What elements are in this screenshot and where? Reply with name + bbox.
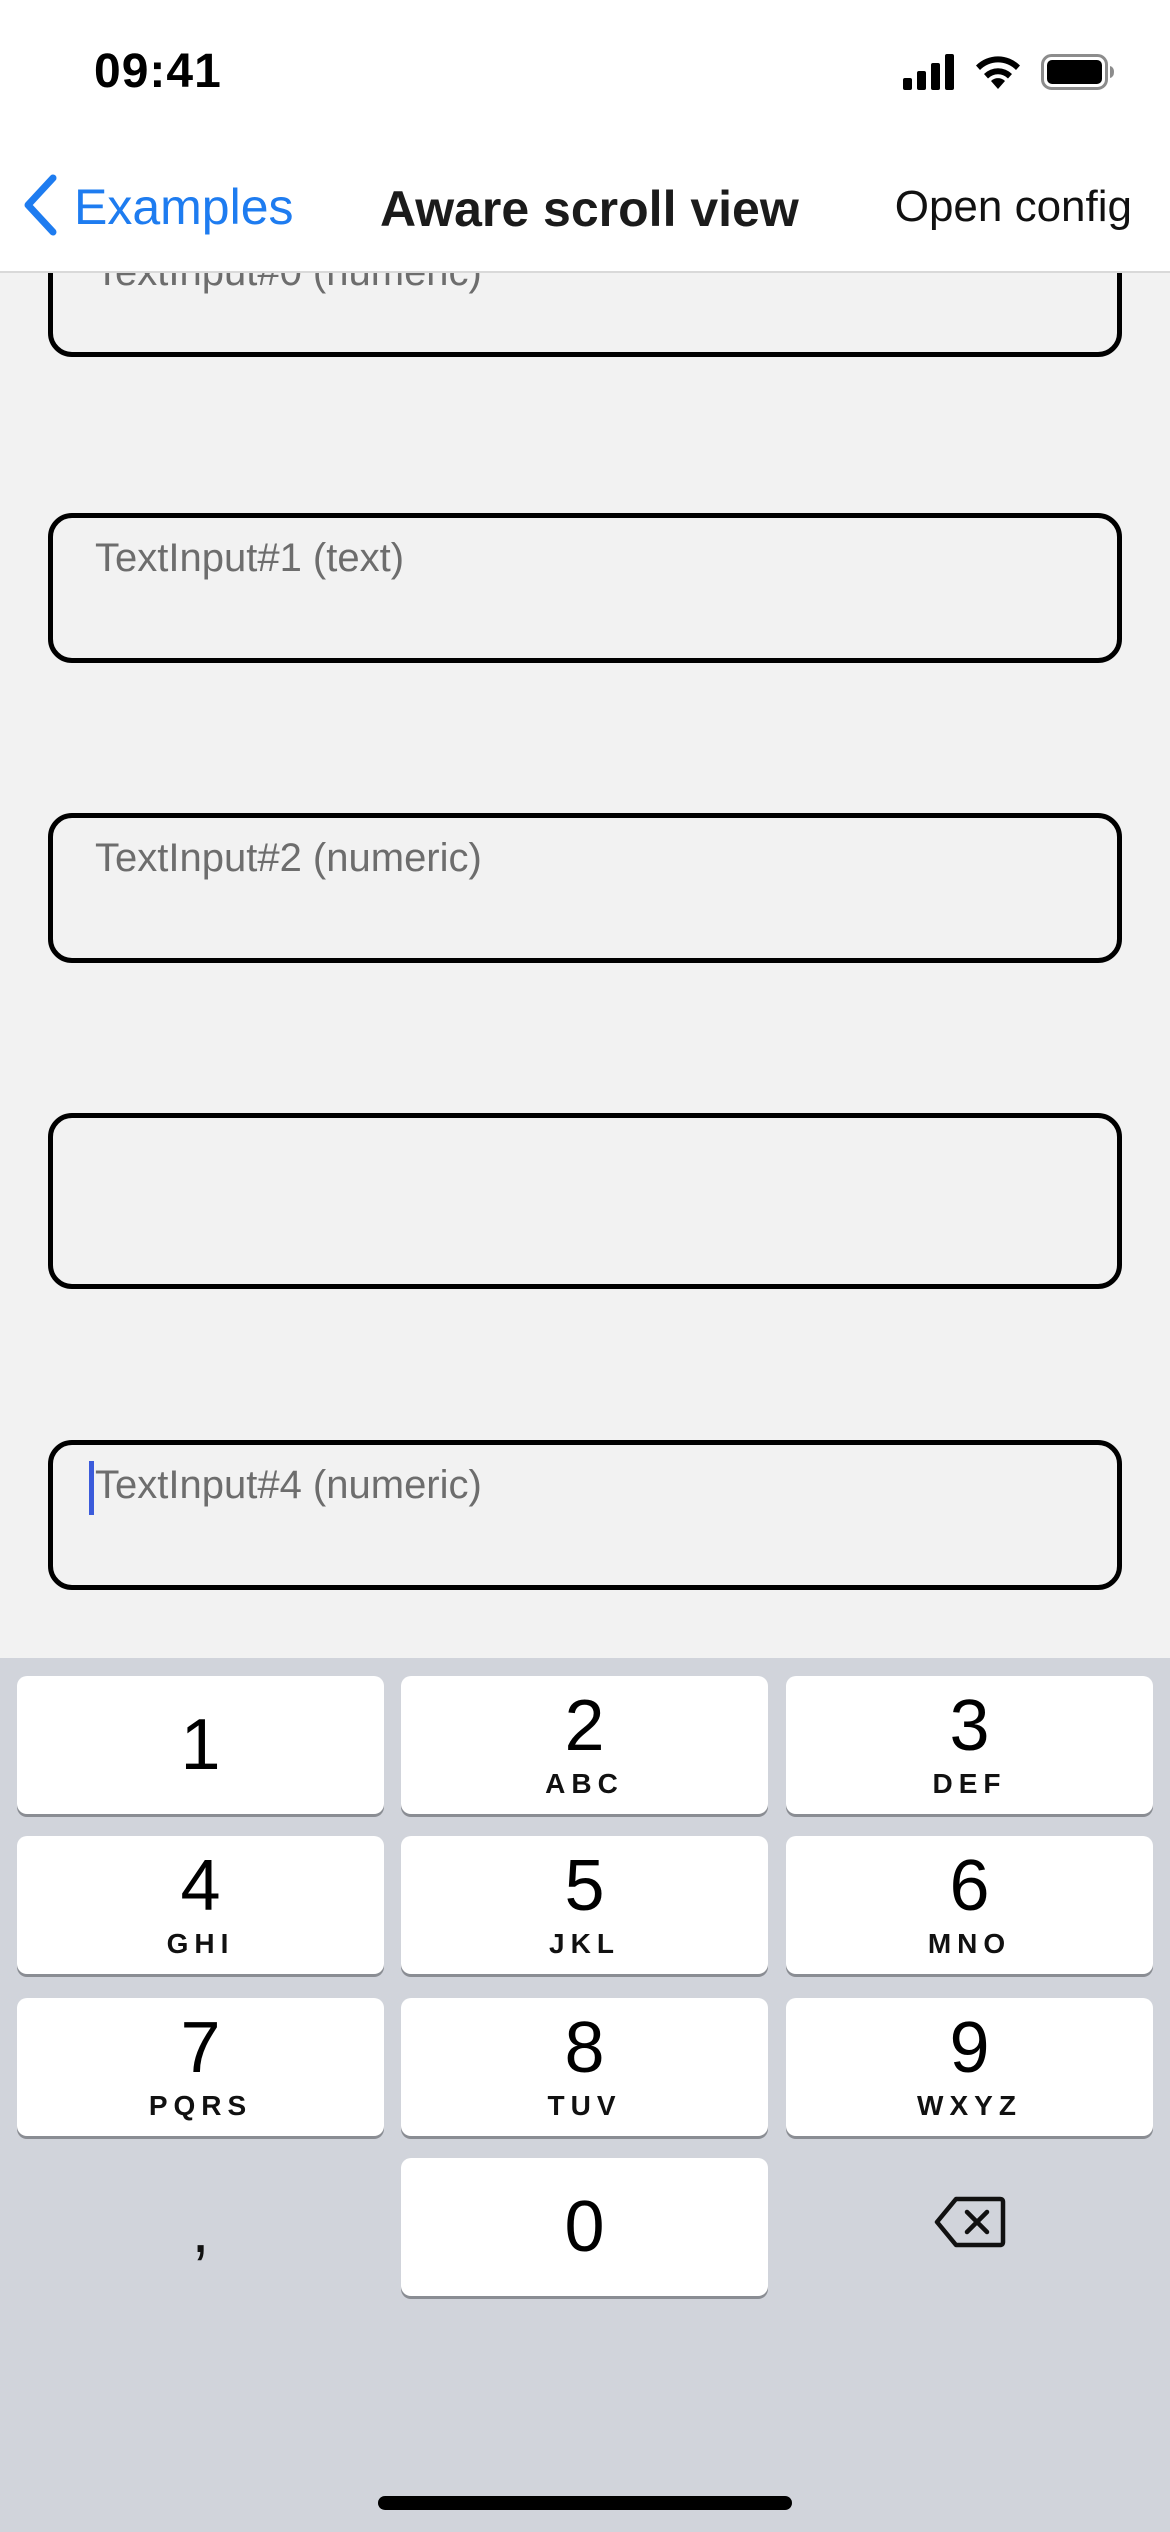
backspace-icon	[786, 2196, 1153, 2253]
key-comma[interactable]: ,	[17, 2158, 384, 2296]
page-title: Aware scroll view	[380, 181, 799, 237]
key-digit: 1	[180, 1705, 221, 1785]
key-digit: 6	[949, 1846, 990, 1926]
text-input-0[interactable]: TextInput#0 (numeric)	[48, 273, 1122, 357]
wifi-icon	[973, 53, 1023, 96]
text-input-placeholder: TextInput#4 (numeric)	[95, 1463, 482, 1507]
comma-label: ,	[191, 2194, 210, 2266]
key-letters: MNO	[927, 1928, 1012, 1959]
text-cursor	[89, 1461, 94, 1515]
key-digit: 3	[949, 1686, 990, 1766]
back-button-label: Examples	[74, 179, 294, 235]
text-input-placeholder: TextInput#1 (text)	[95, 536, 405, 580]
key-letters: JKL	[549, 1928, 620, 1959]
key-digit: 8	[564, 2008, 605, 2088]
chevron-left-icon	[22, 174, 58, 241]
key-letters: DEF	[932, 1768, 1007, 1799]
text-input-3[interactable]	[48, 1113, 1122, 1289]
delete-key[interactable]	[786, 2158, 1153, 2296]
key-9[interactable]: 9 WXYZ	[786, 1998, 1153, 2136]
text-input-1[interactable]: TextInput#1 (text)	[48, 513, 1122, 663]
key-6[interactable]: 6 MNO	[786, 1836, 1153, 1974]
key-letters: GHI	[166, 1928, 235, 1959]
key-0[interactable]: 0	[401, 2158, 768, 2296]
status-icons	[903, 52, 1115, 96]
text-input-2[interactable]: TextInput#2 (numeric)	[48, 813, 1122, 963]
numeric-keyboard: 1 2 ABC 3 DEF 4 GHI 5 JKL 6 MNO 7 PQRS 8…	[0, 1658, 1170, 2532]
key-letters: PQRS	[148, 2090, 253, 2121]
key-digit: 5	[564, 1846, 605, 1926]
text-input-placeholder: TextInput#2 (numeric)	[95, 836, 482, 880]
aware-scroll-view[interactable]: TextInput#0 (numeric) TextInput#1 (text)…	[0, 273, 1170, 1658]
key-digit: 4	[180, 1846, 221, 1926]
key-letters: WXYZ	[917, 2090, 1022, 2121]
key-letters: TUV	[547, 2090, 622, 2121]
key-8[interactable]: 8 TUV	[401, 1998, 768, 2136]
status-bar: 09:41	[0, 0, 1170, 150]
home-indicator[interactable]	[378, 2496, 792, 2510]
battery-icon	[1041, 53, 1115, 95]
navigation-bar: Examples Aware scroll view Open config	[0, 150, 1170, 273]
status-time: 09:41	[94, 45, 222, 98]
key-4[interactable]: 4 GHI	[17, 1836, 384, 1974]
key-digit: 9	[949, 2008, 990, 2088]
cellular-signal-icon	[903, 53, 955, 95]
key-7[interactable]: 7 PQRS	[17, 1998, 384, 2136]
key-3[interactable]: 3 DEF	[786, 1676, 1153, 1814]
back-button[interactable]: Examples	[22, 172, 294, 242]
key-letters: ABC	[545, 1768, 624, 1799]
key-2[interactable]: 2 ABC	[401, 1676, 768, 1814]
key-1[interactable]: 1	[17, 1676, 384, 1814]
key-digit: 7	[180, 2008, 221, 2088]
open-config-button[interactable]: Open config	[895, 182, 1132, 232]
text-input-placeholder: TextInput#0 (numeric)	[95, 273, 482, 295]
key-5[interactable]: 5 JKL	[401, 1836, 768, 1974]
key-digit: 0	[564, 2187, 605, 2267]
screen: 09:41 Examples Aware scroll view Open co…	[0, 0, 1170, 2532]
text-input-4[interactable]: TextInput#4 (numeric)	[48, 1440, 1122, 1590]
key-digit: 2	[564, 1686, 605, 1766]
